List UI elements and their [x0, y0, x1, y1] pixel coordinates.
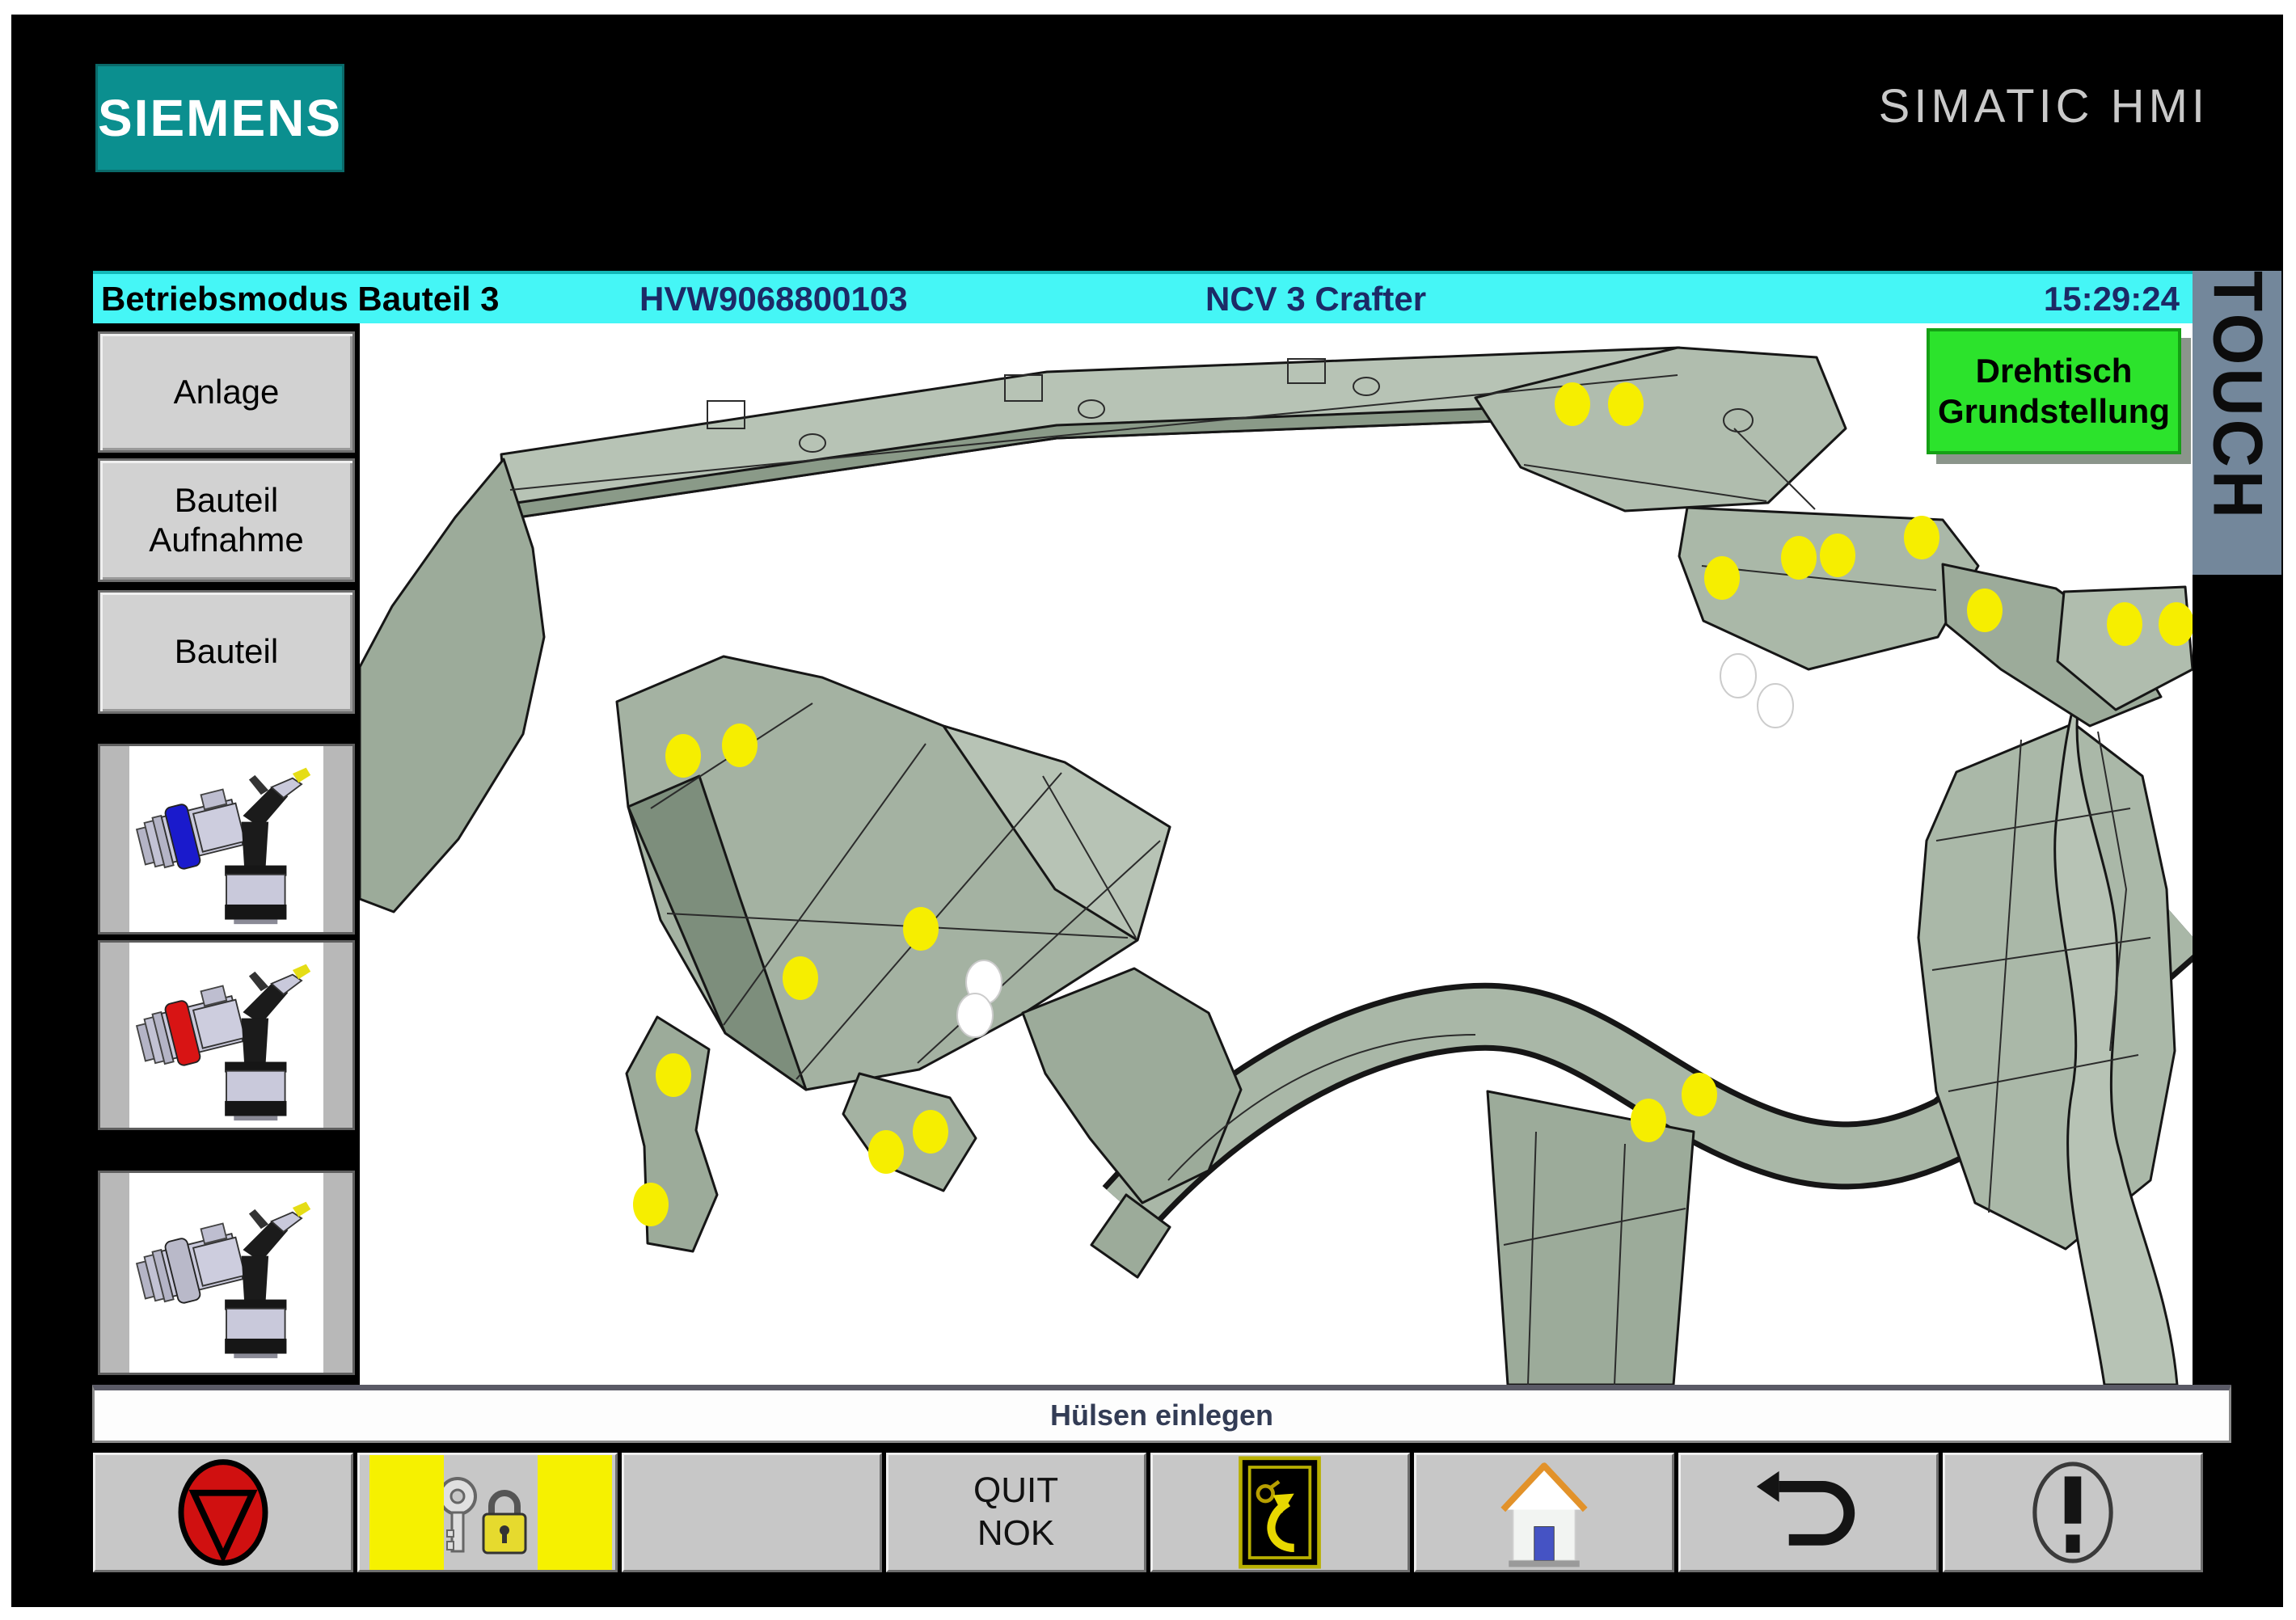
tool-image-plain[interactable] — [98, 1171, 355, 1375]
position-marker-yellow — [1682, 1073, 1717, 1116]
siemens-logo: SIEMENS — [95, 64, 344, 172]
position-marker-yellow — [1820, 534, 1855, 577]
key-lock-button[interactable] — [357, 1453, 618, 1572]
rivet-tool-icon — [133, 949, 319, 1122]
position-marker-yellow — [1555, 382, 1590, 426]
stop-icon — [171, 1456, 276, 1569]
message-text: Hülsen einlegen — [1050, 1399, 1273, 1432]
reset-arrow-icon — [1235, 1456, 1324, 1569]
position-marker-yellow — [722, 724, 758, 767]
sidebar-button-anlage[interactable]: Anlage — [98, 331, 355, 453]
quit-label-line2: NOK — [973, 1512, 1058, 1555]
position-marker-yellow — [1967, 589, 2003, 632]
position-marker-yellow — [903, 907, 939, 951]
back-arrow-icon — [1748, 1460, 1869, 1565]
title-bar: Betriebsmodus Bauteil 3 HVW9068800103 NC… — [93, 271, 2193, 323]
operating-mode-label: Betriebsmodus Bauteil 3 — [101, 274, 499, 323]
rivet-tool-icon — [133, 1187, 319, 1360]
position-marker-white — [1758, 684, 1793, 728]
back-button[interactable] — [1678, 1453, 1939, 1572]
position-marker-yellow — [783, 956, 818, 1000]
drehtisch-grundstellung-button[interactable]: Drehtisch Grundstellung — [1927, 328, 2181, 454]
drehtisch-label-line1: Drehtisch — [1976, 351, 2133, 391]
position-marker-yellow — [868, 1130, 904, 1174]
message-bar: Hülsen einlegen — [92, 1385, 2231, 1443]
sidebar: Anlage Bauteil Aufnahme Bauteil — [93, 323, 360, 1385]
key-lock-icon — [427, 1464, 548, 1561]
position-marker-yellow — [665, 734, 701, 778]
part-number-label: HVW9068800103 — [639, 274, 908, 323]
rivet-tool-icon — [133, 753, 319, 926]
yellow-stripe-left — [369, 1455, 444, 1570]
touch-strip: TOUCH — [2193, 271, 2281, 575]
project-label: NCV 3 Crafter — [1205, 274, 1426, 323]
position-marker-yellow — [633, 1183, 669, 1226]
touch-label: TOUCH — [2197, 271, 2277, 521]
yellow-stripe-right — [538, 1455, 612, 1570]
position-marker-yellow — [913, 1110, 948, 1154]
position-marker-yellow — [1631, 1099, 1666, 1142]
component-diagram — [360, 323, 2193, 1385]
position-marker-yellow — [1608, 382, 1644, 426]
bottom-toolbar: QUIT NOK — [93, 1453, 2203, 1572]
quit-nok-button[interactable]: QUIT NOK — [886, 1453, 1146, 1572]
home-button[interactable] — [1414, 1453, 1674, 1572]
home-icon — [1492, 1456, 1597, 1569]
tool-image-blue-ring[interactable] — [98, 744, 355, 934]
position-marker-yellow — [656, 1053, 691, 1097]
sidebar-button-bauteil-aufnahme[interactable]: Bauteil Aufnahme — [98, 458, 355, 582]
simatic-hmi-label: SIMATIC HMI — [1860, 78, 2209, 136]
drehtisch-label-line2: Grundstellung — [1938, 391, 2170, 432]
sidebar-button-bauteil[interactable]: Bauteil — [98, 590, 355, 714]
device-bezel: SIEMENS SIMATIC HMI Betriebsmodus Bautei… — [11, 15, 2283, 1607]
position-marker-white — [957, 994, 993, 1037]
position-marker-yellow — [2159, 602, 2193, 646]
position-marker-yellow — [1904, 516, 1939, 559]
quit-label-line1: QUIT — [973, 1470, 1058, 1512]
position-marker-yellow — [2107, 602, 2142, 646]
position-marker-white — [1720, 654, 1756, 698]
position-marker-yellow — [1704, 556, 1740, 600]
stop-button[interactable] — [93, 1453, 353, 1572]
clock: 15:29:24 — [2044, 274, 2180, 323]
frame-cad-drawing — [360, 323, 2193, 1385]
exclamation-icon — [2024, 1456, 2121, 1569]
alarm-button[interactable] — [1943, 1453, 2203, 1572]
spare-button[interactable] — [622, 1453, 882, 1572]
tool-image-red-ring[interactable] — [98, 940, 355, 1130]
position-marker-yellow — [1781, 536, 1817, 580]
reset-button[interactable] — [1150, 1453, 1411, 1572]
